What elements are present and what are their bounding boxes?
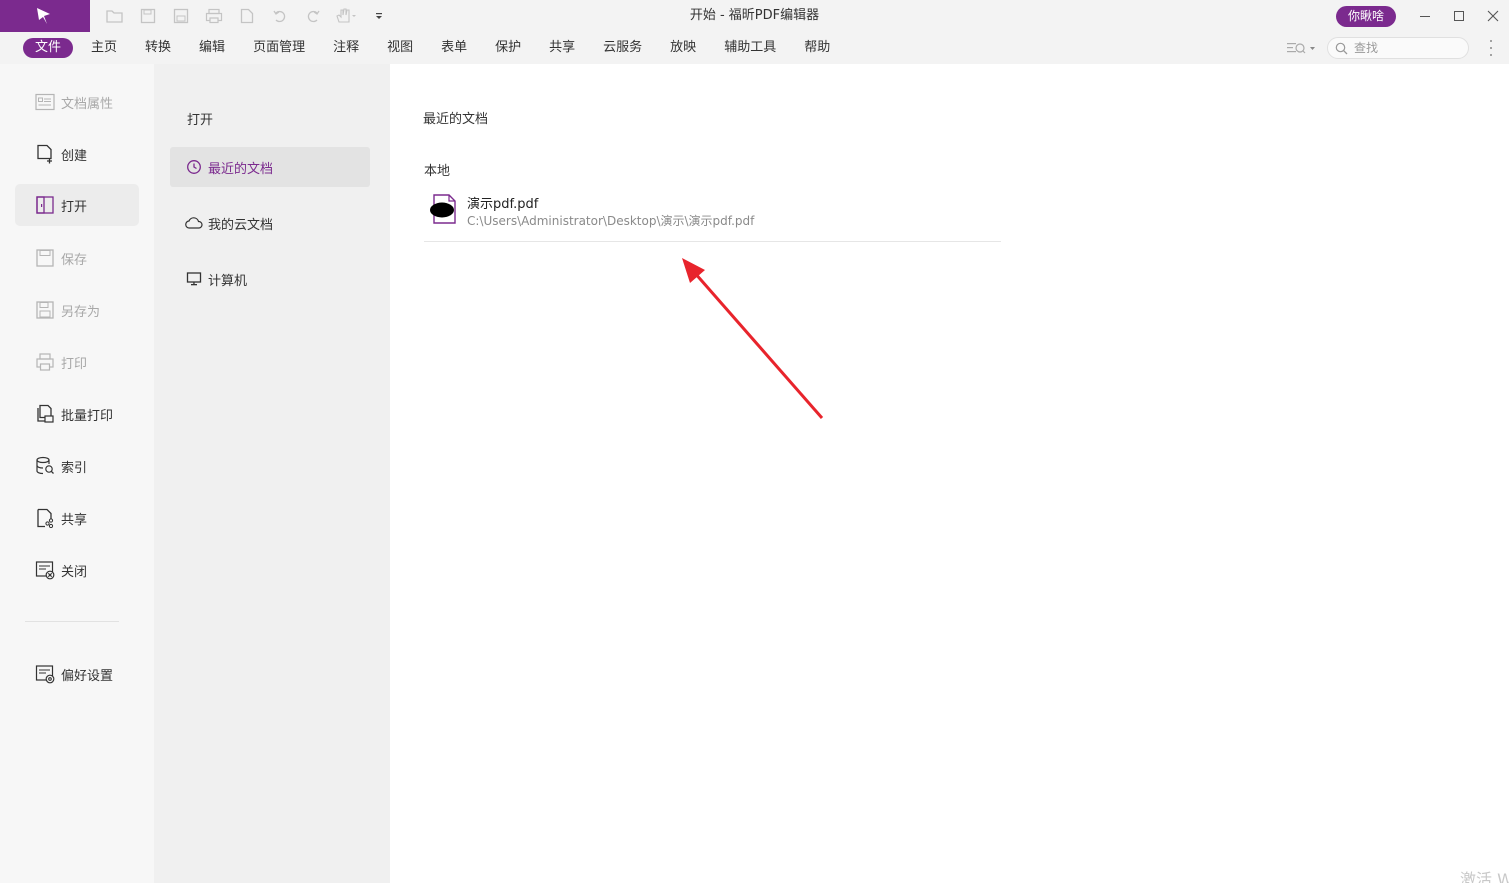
menu-tab[interactable]: 辅助工具 xyxy=(714,38,786,58)
print-icon xyxy=(34,351,56,373)
menu-tab[interactable]: 放映 xyxy=(660,38,706,58)
share-icon xyxy=(34,507,56,529)
nav-item-label: 索引 xyxy=(61,460,88,476)
file-path: C:\Users\Administrator\Desktop\演示\演示pdf.… xyxy=(467,214,755,228)
maximize-icon xyxy=(1454,11,1464,21)
nav-item[interactable]: 保存 xyxy=(15,237,139,279)
minimize-icon xyxy=(1420,16,1430,17)
recent-documents-title: 最近的文档 xyxy=(423,112,489,127)
menu-tab[interactable]: 帮助 xyxy=(794,38,840,58)
maximize-button[interactable] xyxy=(1442,0,1476,32)
save-as-icon xyxy=(34,299,56,321)
print-icon[interactable] xyxy=(203,6,225,26)
hand-tool-icon[interactable] xyxy=(335,6,357,26)
menu-tab[interactable]: 表单 xyxy=(431,38,477,58)
recent-documents-panel: 最近的文档 本地 演示pdf.pdf C:\Users\Administrato… xyxy=(390,64,1509,883)
ribbon-options-icon xyxy=(1287,43,1315,54)
computer-icon xyxy=(185,270,203,288)
nav-item[interactable]: 打印 xyxy=(15,341,139,383)
open-option-label: 我的云文档 xyxy=(208,217,274,233)
nav-item[interactable]: 索引 xyxy=(15,445,139,487)
new-doc-icon[interactable] xyxy=(236,6,258,26)
ribbon-display-options[interactable] xyxy=(1286,39,1320,57)
menu-tab[interactable]: 转换 xyxy=(135,38,181,58)
clock-icon xyxy=(185,158,203,176)
app-logo[interactable] xyxy=(0,0,90,32)
nav-item[interactable]: 文档属性 xyxy=(15,81,139,123)
close-window-button[interactable] xyxy=(1476,0,1509,32)
foxit-logo-icon xyxy=(37,8,50,24)
menu-tab[interactable]: 保护 xyxy=(485,38,531,58)
nav-item-label: 另存为 xyxy=(61,304,101,320)
open-option-label: 最近的文档 xyxy=(208,161,274,177)
file-backstage-nav: 文档属性创建打开保存另存为打印批量打印索引共享关闭偏好设置 xyxy=(0,64,154,883)
open-folder-icon[interactable] xyxy=(104,6,126,26)
menu-tab[interactable]: 视图 xyxy=(377,38,423,58)
preferences-icon xyxy=(34,663,56,685)
open-icon xyxy=(34,194,56,216)
search-icon xyxy=(1335,42,1348,54)
window-controls xyxy=(1408,0,1509,32)
index-icon xyxy=(34,455,56,477)
nav-item[interactable]: 批量打印 xyxy=(15,393,139,435)
pane-title: 打开 xyxy=(187,113,214,128)
menu-bar: 文件 主页 转换 编辑 页面管理 注释 视图 表单 保护 共享 云服务 放映 辅助工具 帮助 xyxy=(0,32,1509,64)
activation-watermark: 激活 W xyxy=(1460,870,1509,883)
undo-icon[interactable] xyxy=(269,6,291,26)
open-options-pane: 打开 最近的文档我的云文档计算机 xyxy=(154,64,390,883)
nav-item-label: 创建 xyxy=(61,148,88,164)
document-properties-icon xyxy=(34,91,56,113)
nav-item[interactable]: 创建 xyxy=(15,133,139,175)
minimize-button[interactable] xyxy=(1408,0,1442,32)
menu-tab[interactable]: 文件 xyxy=(23,38,74,58)
save-as-icon[interactable] xyxy=(170,6,192,26)
close-doc-icon xyxy=(34,559,56,581)
nav-item-label: 文档属性 xyxy=(61,96,114,112)
title-bar: 开始 - 福昕PDF编辑器 你瞅啥 xyxy=(0,0,1509,32)
nav-divider xyxy=(25,621,119,622)
file-name: 演示pdf.pdf xyxy=(467,197,539,212)
save-icon[interactable] xyxy=(137,6,159,26)
nav-item[interactable]: 关闭 xyxy=(15,549,139,591)
batch-print-icon xyxy=(34,403,56,425)
redo-icon[interactable] xyxy=(302,6,324,26)
preferences-label: 偏好设置 xyxy=(61,668,114,684)
nav-item-label: 保存 xyxy=(61,252,88,268)
search-input[interactable] xyxy=(1354,41,1464,55)
menu-tab[interactable]: 共享 xyxy=(539,38,585,58)
nav-item[interactable]: 共享 xyxy=(15,497,139,539)
nav-item-label: 批量打印 xyxy=(61,408,114,424)
ribbon-tabs: 文件 主页 转换 编辑 页面管理 注释 视图 表单 保护 共享 云服务 放映 辅助工具 帮助 xyxy=(23,38,848,58)
more-options-icon[interactable] xyxy=(1488,40,1494,56)
create-icon xyxy=(34,143,56,165)
recent-file-row[interactable]: 演示pdf.pdf C:\Users\Administrator\Desktop… xyxy=(424,188,1001,242)
open-option-item[interactable]: 最近的文档 xyxy=(170,147,370,187)
search-box[interactable] xyxy=(1327,37,1469,59)
nav-item-label: 打开 xyxy=(61,199,88,215)
close-icon xyxy=(1487,10,1499,22)
nav-item-label: 打印 xyxy=(61,356,88,372)
user-account-button[interactable]: 你瞅啥 xyxy=(1336,6,1396,27)
nav-item[interactable]: 打开 xyxy=(15,184,139,226)
nav-item-label: 关闭 xyxy=(61,564,88,580)
open-option-item[interactable]: 计算机 xyxy=(170,259,370,299)
cloud-icon xyxy=(185,214,203,232)
local-section-label: 本地 xyxy=(424,164,451,179)
menu-tab[interactable]: 页面管理 xyxy=(243,38,315,58)
nav-item[interactable]: 另存为 xyxy=(15,289,139,331)
nav-item-label: 共享 xyxy=(61,512,88,528)
customize-dropdown-icon[interactable] xyxy=(368,6,390,26)
open-option-item[interactable]: 我的云文档 xyxy=(170,203,370,243)
menu-tab[interactable]: 编辑 xyxy=(189,38,235,58)
save-icon xyxy=(34,247,56,269)
preferences-button[interactable]: 偏好设置 xyxy=(15,653,139,695)
open-option-label: 计算机 xyxy=(208,273,248,289)
menu-tab[interactable]: 云服务 xyxy=(593,38,652,58)
pdf-file-icon xyxy=(430,194,456,224)
quick-access-toolbar xyxy=(104,6,390,26)
menu-tab[interactable]: 注释 xyxy=(323,38,369,58)
menu-tab[interactable]: 主页 xyxy=(81,38,127,58)
